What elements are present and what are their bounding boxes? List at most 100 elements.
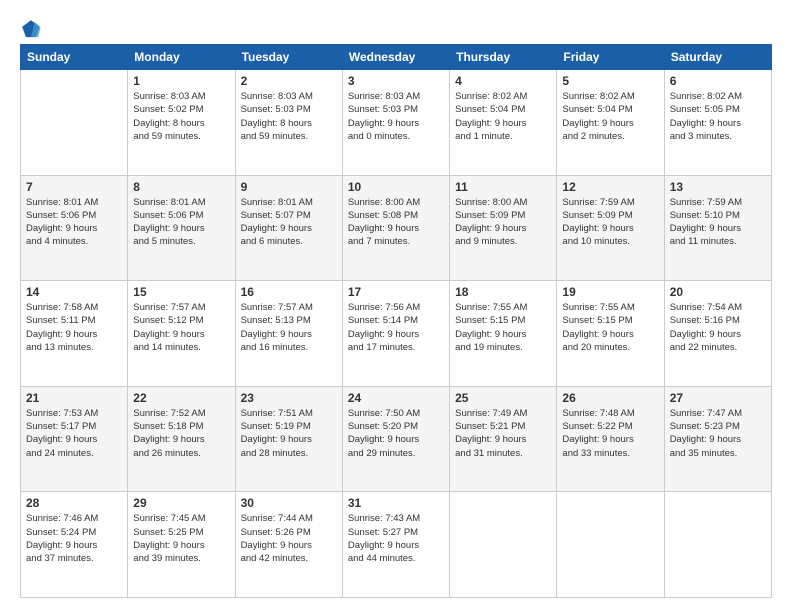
calendar-cell: 7 Sunrise: 8:01 AMSunset: 5:06 PMDaylight…	[21, 175, 128, 281]
weekday-header: Wednesday	[342, 45, 449, 70]
calendar-cell: 29 Sunrise: 7:45 AMSunset: 5:25 PMDayligh…	[128, 492, 235, 598]
calendar-table: SundayMondayTuesdayWednesdayThursdayFrid…	[20, 44, 772, 598]
day-number: 28	[26, 496, 122, 510]
cell-info: Sunrise: 7:56 AMSunset: 5:14 PMDaylight:…	[348, 301, 444, 354]
day-number: 12	[562, 180, 658, 194]
weekday-header: Saturday	[664, 45, 771, 70]
day-number: 14	[26, 285, 122, 299]
day-number: 2	[241, 74, 337, 88]
calendar-cell: 26 Sunrise: 7:48 AMSunset: 5:22 PMDayligh…	[557, 386, 664, 492]
cell-info: Sunrise: 8:00 AMSunset: 5:09 PMDaylight:…	[455, 196, 551, 249]
cell-info: Sunrise: 8:02 AMSunset: 5:04 PMDaylight:…	[562, 90, 658, 143]
day-number: 5	[562, 74, 658, 88]
cell-info: Sunrise: 7:59 AMSunset: 5:10 PMDaylight:…	[670, 196, 766, 249]
cell-info: Sunrise: 8:03 AMSunset: 5:03 PMDaylight:…	[241, 90, 337, 143]
cell-info: Sunrise: 7:55 AMSunset: 5:15 PMDaylight:…	[562, 301, 658, 354]
calendar-cell: 6 Sunrise: 8:02 AMSunset: 5:05 PMDaylight…	[664, 70, 771, 176]
weekday-header: Monday	[128, 45, 235, 70]
calendar-week-row: 28 Sunrise: 7:46 AMSunset: 5:24 PMDayligh…	[21, 492, 772, 598]
day-number: 18	[455, 285, 551, 299]
calendar-cell: 30 Sunrise: 7:44 AMSunset: 5:26 PMDayligh…	[235, 492, 342, 598]
cell-info: Sunrise: 7:57 AMSunset: 5:13 PMDaylight:…	[241, 301, 337, 354]
calendar-cell: 31 Sunrise: 7:43 AMSunset: 5:27 PMDayligh…	[342, 492, 449, 598]
day-number: 1	[133, 74, 229, 88]
cell-info: Sunrise: 7:59 AMSunset: 5:09 PMDaylight:…	[562, 196, 658, 249]
calendar-week-row: 1 Sunrise: 8:03 AMSunset: 5:02 PMDaylight…	[21, 70, 772, 176]
calendar-cell: 17 Sunrise: 7:56 AMSunset: 5:14 PMDayligh…	[342, 281, 449, 387]
day-number: 7	[26, 180, 122, 194]
calendar-body: 1 Sunrise: 8:03 AMSunset: 5:02 PMDaylight…	[21, 70, 772, 598]
day-number: 30	[241, 496, 337, 510]
day-number: 8	[133, 180, 229, 194]
cell-info: Sunrise: 8:02 AMSunset: 5:04 PMDaylight:…	[455, 90, 551, 143]
day-number: 16	[241, 285, 337, 299]
cell-info: Sunrise: 8:03 AMSunset: 5:02 PMDaylight:…	[133, 90, 229, 143]
calendar-cell	[450, 492, 557, 598]
calendar-cell: 23 Sunrise: 7:51 AMSunset: 5:19 PMDayligh…	[235, 386, 342, 492]
day-number: 22	[133, 391, 229, 405]
header	[20, 18, 772, 40]
day-number: 20	[670, 285, 766, 299]
day-number: 19	[562, 285, 658, 299]
day-number: 29	[133, 496, 229, 510]
calendar-cell: 18 Sunrise: 7:55 AMSunset: 5:15 PMDayligh…	[450, 281, 557, 387]
cell-info: Sunrise: 8:03 AMSunset: 5:03 PMDaylight:…	[348, 90, 444, 143]
weekday-header: Tuesday	[235, 45, 342, 70]
day-number: 10	[348, 180, 444, 194]
cell-info: Sunrise: 7:58 AMSunset: 5:11 PMDaylight:…	[26, 301, 122, 354]
day-number: 31	[348, 496, 444, 510]
cell-info: Sunrise: 7:43 AMSunset: 5:27 PMDaylight:…	[348, 512, 444, 565]
calendar-cell: 14 Sunrise: 7:58 AMSunset: 5:11 PMDayligh…	[21, 281, 128, 387]
calendar-cell: 15Sunrise: 7:57 AMSunset: 5:12 PMDayligh…	[128, 281, 235, 387]
calendar-cell: 4Sunrise: 8:02 AMSunset: 5:04 PMDaylight…	[450, 70, 557, 176]
cell-info: Sunrise: 8:01 AMSunset: 5:06 PMDaylight:…	[26, 196, 122, 249]
day-number: 15	[133, 285, 229, 299]
logo-icon	[20, 18, 42, 40]
day-number: 23	[241, 391, 337, 405]
cell-info: Sunrise: 7:52 AMSunset: 5:18 PMDaylight:…	[133, 407, 229, 460]
calendar-cell: 8 Sunrise: 8:01 AMSunset: 5:06 PMDaylight…	[128, 175, 235, 281]
cell-info: Sunrise: 7:44 AMSunset: 5:26 PMDaylight:…	[241, 512, 337, 565]
day-number: 25	[455, 391, 551, 405]
cell-info: Sunrise: 7:45 AMSunset: 5:25 PMDaylight:…	[133, 512, 229, 565]
calendar-cell: 11Sunrise: 8:00 AMSunset: 5:09 PMDayligh…	[450, 175, 557, 281]
cell-info: Sunrise: 8:02 AMSunset: 5:05 PMDaylight:…	[670, 90, 766, 143]
calendar-cell: 3Sunrise: 8:03 AMSunset: 5:03 PMDaylight…	[342, 70, 449, 176]
calendar-cell: 25Sunrise: 7:49 AMSunset: 5:21 PMDayligh…	[450, 386, 557, 492]
calendar-cell: 27Sunrise: 7:47 AMSunset: 5:23 PMDayligh…	[664, 386, 771, 492]
cell-info: Sunrise: 7:55 AMSunset: 5:15 PMDaylight:…	[455, 301, 551, 354]
cell-info: Sunrise: 7:51 AMSunset: 5:19 PMDaylight:…	[241, 407, 337, 460]
weekday-header: Friday	[557, 45, 664, 70]
calendar-cell: 12 Sunrise: 7:59 AMSunset: 5:09 PMDayligh…	[557, 175, 664, 281]
calendar-cell	[557, 492, 664, 598]
cell-info: Sunrise: 7:50 AMSunset: 5:20 PMDaylight:…	[348, 407, 444, 460]
day-number: 21	[26, 391, 122, 405]
calendar-cell	[664, 492, 771, 598]
cell-info: Sunrise: 7:48 AMSunset: 5:22 PMDaylight:…	[562, 407, 658, 460]
calendar-cell: 21 Sunrise: 7:53 AMSunset: 5:17 PMDayligh…	[21, 386, 128, 492]
calendar-cell: 9Sunrise: 8:01 AMSunset: 5:07 PMDaylight…	[235, 175, 342, 281]
calendar-cell: 22 Sunrise: 7:52 AMSunset: 5:18 PMDayligh…	[128, 386, 235, 492]
calendar-cell: 1 Sunrise: 8:03 AMSunset: 5:02 PMDaylight…	[128, 70, 235, 176]
cell-info: Sunrise: 8:01 AMSunset: 5:06 PMDaylight:…	[133, 196, 229, 249]
day-number: 13	[670, 180, 766, 194]
cell-info: Sunrise: 7:54 AMSunset: 5:16 PMDaylight:…	[670, 301, 766, 354]
calendar-cell	[21, 70, 128, 176]
calendar-cell: 10 Sunrise: 8:00 AMSunset: 5:08 PMDayligh…	[342, 175, 449, 281]
day-number: 6	[670, 74, 766, 88]
page: SundayMondayTuesdayWednesdayThursdayFrid…	[0, 0, 792, 612]
calendar-cell: 20 Sunrise: 7:54 AMSunset: 5:16 PMDayligh…	[664, 281, 771, 387]
day-number: 24	[348, 391, 444, 405]
weekday-header: Sunday	[21, 45, 128, 70]
cell-info: Sunrise: 8:00 AMSunset: 5:08 PMDaylight:…	[348, 196, 444, 249]
day-number: 17	[348, 285, 444, 299]
calendar-week-row: 7 Sunrise: 8:01 AMSunset: 5:06 PMDaylight…	[21, 175, 772, 281]
cell-info: Sunrise: 7:46 AMSunset: 5:24 PMDaylight:…	[26, 512, 122, 565]
day-number: 26	[562, 391, 658, 405]
calendar-week-row: 14 Sunrise: 7:58 AMSunset: 5:11 PMDayligh…	[21, 281, 772, 387]
calendar-cell: 16 Sunrise: 7:57 AMSunset: 5:13 PMDayligh…	[235, 281, 342, 387]
calendar-cell: 5 Sunrise: 8:02 AMSunset: 5:04 PMDaylight…	[557, 70, 664, 176]
day-number: 9	[241, 180, 337, 194]
cell-info: Sunrise: 7:53 AMSunset: 5:17 PMDaylight:…	[26, 407, 122, 460]
calendar-week-row: 21 Sunrise: 7:53 AMSunset: 5:17 PMDayligh…	[21, 386, 772, 492]
